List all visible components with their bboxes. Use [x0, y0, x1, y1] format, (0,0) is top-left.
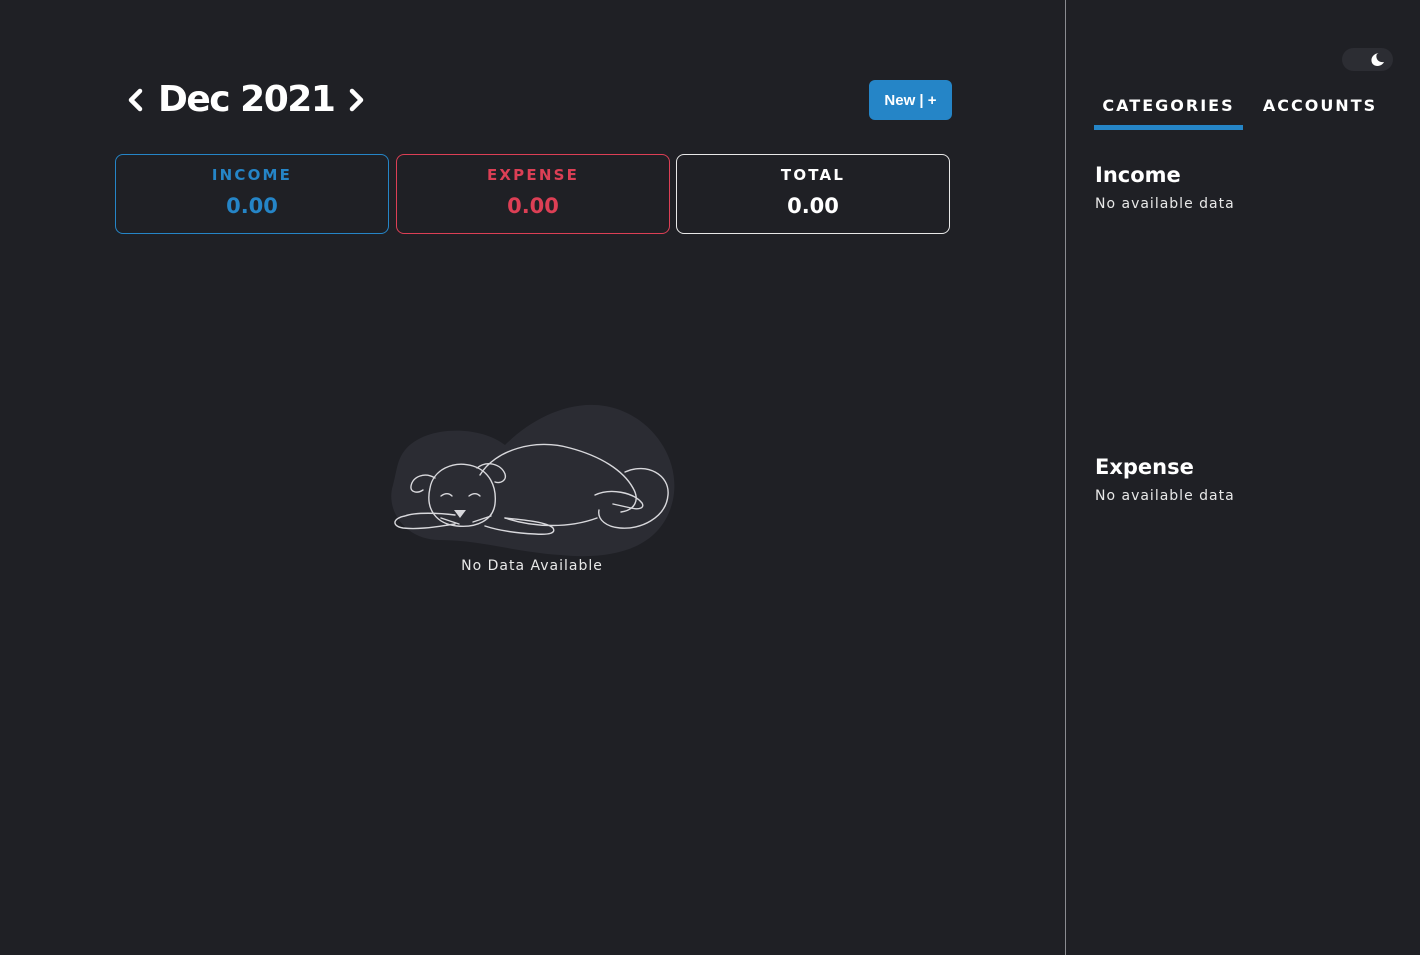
- app-root: Dec 2021 New | + INCOME 0.00 EXPENSE 0.0…: [0, 0, 1420, 955]
- theme-toggle[interactable]: [1342, 48, 1393, 71]
- current-month-label: Dec 2021: [158, 79, 336, 120]
- income-value: 0.00: [226, 194, 278, 218]
- expense-section-title: Expense: [1095, 455, 1194, 479]
- chevron-left-icon: [128, 88, 143, 112]
- new-transaction-button[interactable]: New | +: [869, 80, 952, 120]
- income-summary-card: INCOME 0.00: [115, 154, 389, 234]
- sleeping-dog-illustration: [391, 404, 675, 557]
- tab-accounts[interactable]: ACCOUNTS: [1259, 88, 1381, 130]
- tab-categories[interactable]: CATEGORIES: [1094, 88, 1243, 130]
- month-navigator: Dec 2021: [124, 76, 368, 124]
- chevron-right-icon: [350, 88, 364, 112]
- expense-section-empty-text: No available data: [1095, 488, 1235, 504]
- expense-summary-card: EXPENSE 0.00: [396, 154, 670, 234]
- expense-value: 0.00: [507, 194, 559, 218]
- total-summary-card: TOTAL 0.00: [676, 154, 950, 234]
- moon-icon: [1371, 53, 1384, 66]
- right-panel: CATEGORIES ACCOUNTS Income No available …: [1065, 0, 1420, 955]
- total-label: TOTAL: [780, 166, 846, 184]
- panel-tabs: CATEGORIES ACCOUNTS: [1094, 88, 1394, 130]
- next-month-button[interactable]: [346, 80, 368, 120]
- empty-state-message: No Data Available: [461, 558, 603, 574]
- income-label: INCOME: [211, 166, 293, 184]
- main-content: Dec 2021 New | + INCOME 0.00 EXPENSE 0.0…: [0, 0, 1065, 955]
- income-section-empty-text: No available data: [1095, 196, 1235, 212]
- expense-label: EXPENSE: [486, 166, 580, 184]
- total-value: 0.00: [787, 194, 839, 218]
- income-section-title: Income: [1095, 163, 1181, 187]
- previous-month-button[interactable]: [124, 80, 146, 120]
